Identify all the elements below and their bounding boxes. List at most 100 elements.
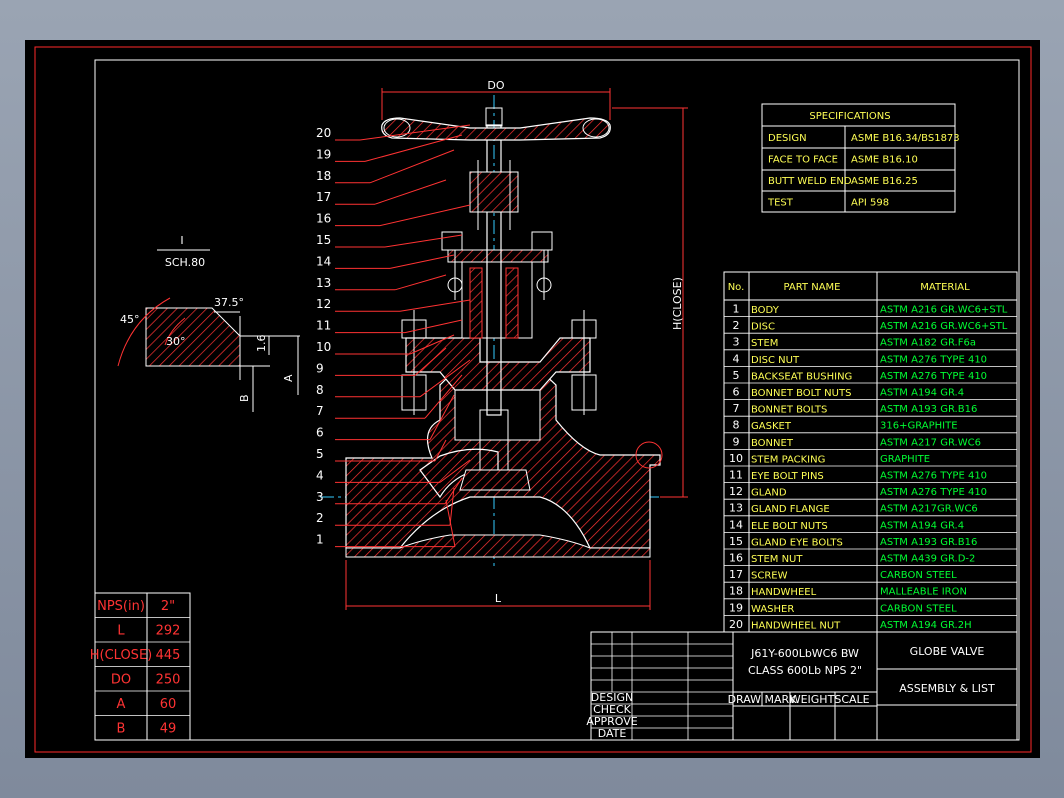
part-number: 9 — [733, 435, 740, 448]
part-number: 10 — [729, 452, 743, 465]
dim-value: 60 — [160, 697, 177, 712]
leader-number: 8 — [316, 383, 324, 397]
leader-number: 4 — [316, 468, 324, 482]
leader-number: 5 — [316, 447, 324, 461]
part-material: ASTM A194 GR.4 — [880, 520, 964, 531]
part-name: STEM NUT — [751, 554, 803, 565]
bevel-angle-outer: 45° — [120, 313, 140, 326]
part-name: STEM — [751, 338, 778, 349]
part-number: 16 — [729, 552, 743, 565]
bevel-detail: I SCH.80 45° 30° 37.5° 1.6 A B — [117, 234, 300, 412]
part-name: HANDWHEEL — [751, 587, 817, 598]
leader-number: 13 — [316, 276, 331, 290]
bevel-dim-small: 1.6 — [255, 335, 268, 353]
part-material: ASTM A193 GR.B16 — [880, 537, 977, 548]
part-name: DISC NUT — [751, 355, 800, 366]
part-name: GLAND EYE BOLTS — [751, 537, 843, 548]
dimensions-table: NPS(in) 2" L 292 H(CLOSE) 445 DO 250 A 60 B 49 — [90, 592, 191, 741]
dim-label: DO — [111, 673, 131, 688]
pipe-spec-top: I — [180, 234, 183, 247]
dim-do-label: DO — [487, 79, 504, 92]
part-name: BODY — [751, 305, 780, 316]
part-name: DISC — [751, 322, 775, 333]
part-material: ASTM A276 TYPE 410 — [880, 354, 987, 365]
part-material: CARBON STEEL — [880, 603, 957, 614]
spec-key: DESIGN — [768, 133, 807, 144]
leader-number: 3 — [316, 490, 324, 504]
part-material: ASTM A194 GR.4 — [880, 388, 964, 399]
leader-number: 9 — [316, 361, 324, 375]
part-number: 7 — [733, 402, 740, 415]
part-name: BONNET BOLTS — [751, 405, 827, 416]
valve-assembly — [320, 88, 688, 610]
part-name: BONNET BOLT NUTS — [751, 388, 851, 399]
part-material: 316+GRAPHITE — [880, 421, 958, 432]
drawing-title: GLOBE VALVE — [910, 645, 985, 658]
spec-value: ASME B16.25 — [851, 176, 918, 187]
dim-label: L — [117, 624, 125, 639]
part-material: ASTM A276 TYPE 410 — [880, 371, 987, 382]
part-name: GLAND — [751, 488, 787, 499]
pipe-schedule: SCH.80 — [165, 256, 205, 269]
part-name: ELE BOLT NUTS — [751, 521, 828, 532]
signoff-label: DATE — [598, 727, 627, 740]
bevel-dim-b: B — [238, 394, 251, 402]
part-material: ASTM A276 TYPE 410 — [880, 487, 987, 498]
specifications-table: SPECIFICATIONS DESIGN ASME B16.34/BS1873 F… — [761, 103, 960, 213]
dim-value: 250 — [156, 673, 181, 688]
spec-key: TEST — [767, 198, 794, 209]
spec-value: API 598 — [851, 198, 889, 209]
dim-value: 445 — [156, 648, 181, 663]
leader-number: 1 — [316, 533, 324, 547]
leader-number: 11 — [316, 319, 331, 333]
title-block: J61Y-600LbWC6 BW CLASS 600Lb NPS 2" GLOB… — [586, 631, 1018, 741]
part-material: ASTM A194 GR.2H — [880, 620, 972, 631]
valve-disc — [459, 469, 531, 491]
leader-number: 12 — [316, 297, 331, 311]
leader-number: 2 — [316, 511, 324, 525]
part-name: STEM PACKING — [751, 454, 825, 465]
part-number: 6 — [733, 386, 740, 399]
bevel-angle-inner: 30° — [166, 335, 186, 348]
spec-key: FACE TO FACE — [768, 155, 838, 166]
dim-value: 49 — [160, 722, 177, 737]
handwheel — [381, 117, 611, 141]
part-material: ASTM A182 GR.F6a — [880, 338, 976, 349]
part-number: 3 — [733, 336, 740, 349]
bevel-dim-a: A — [282, 374, 295, 382]
leader-numbers: 20 19 18 17 16 15 14 13 12 11 10 9 8 7 6 5 4 3 2 1 — [316, 126, 331, 547]
drawing-sheet: DO L H(CLOSE) 20191817161514131211109876… — [34, 46, 1032, 753]
leader-number: 10 — [316, 340, 331, 354]
dim-label: B — [117, 722, 126, 737]
part-number: 12 — [729, 485, 743, 498]
leader-number: 18 — [316, 169, 331, 183]
drawing-subtitle: ASSEMBLY & LIST — [899, 682, 995, 695]
leader-number: 15 — [316, 233, 331, 247]
part-number: 8 — [733, 419, 740, 432]
part-material: ASTM A439 GR.D-2 — [880, 554, 975, 565]
dim-value: 292 — [156, 624, 181, 639]
leader-number: 19 — [316, 147, 331, 161]
leader-number: 7 — [316, 404, 324, 418]
valve-bonnet — [405, 337, 591, 391]
part-name: SCREW — [751, 571, 788, 582]
part-name: HANDWHEEL NUT — [751, 620, 841, 631]
parts-list: No. PART NAME MATERIAL 1 BODY ASTM A216 GR… — [723, 271, 1018, 633]
part-name: EYE BOLT PINS — [751, 471, 824, 482]
bevel-angle-top: 37.5° — [214, 296, 244, 309]
spec-key: BUTT WELD END — [768, 176, 852, 187]
part-number: 17 — [729, 568, 743, 581]
part-number: 14 — [729, 518, 743, 531]
part-material: ASTM A217 GR.WC6 — [880, 437, 981, 448]
part-number: 18 — [729, 585, 743, 598]
part-material: ASTM A216 GR.WC6+STL — [880, 305, 1008, 316]
part-number: 2 — [733, 319, 740, 332]
dim-label: H(CLOSE) — [90, 648, 152, 663]
part-name: WASHER — [751, 604, 794, 615]
part-number: 11 — [729, 469, 743, 482]
model-line-2: CLASS 600Lb NPS 2" — [748, 664, 862, 677]
spec-title: SPECIFICATIONS — [809, 111, 890, 122]
leader-number: 14 — [316, 254, 331, 268]
leader-number: 20 — [316, 126, 331, 140]
leader-number: 17 — [316, 190, 331, 204]
